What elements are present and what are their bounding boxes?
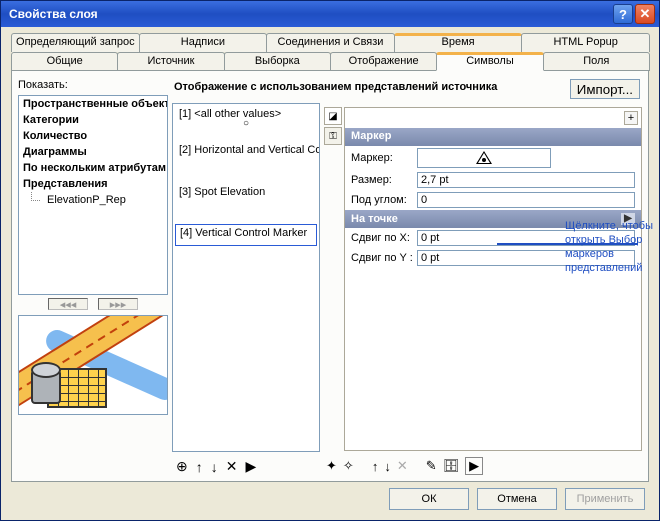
move-up-icon[interactable]: ↑ (196, 459, 203, 475)
tab-fields[interactable]: Поля (543, 52, 650, 71)
layer-toolbar: ✦ ✧ ↑ ↓ ✕ ✎ 🗄 ▶ (324, 451, 642, 475)
preview-box (18, 315, 168, 415)
nav-charts[interactable]: Диаграммы (19, 144, 167, 160)
size-label: Размер: (351, 174, 413, 186)
tab-selection[interactable]: Выборка (224, 52, 331, 71)
rule-label: [1] <all other values> (179, 108, 281, 120)
add-layer-icon[interactable]: + (624, 111, 638, 125)
tool-down-icon[interactable]: ↓ (384, 459, 391, 474)
rule-item[interactable]: [1] <all other values>○ (173, 104, 319, 130)
tab-display[interactable]: Отображение (330, 52, 437, 71)
dx-label: Сдвиг по X: (351, 232, 413, 244)
tabs-row-1: Определяющий запрос Надписи Соединения и… (11, 33, 649, 52)
symbology-panel: Показать: Пространственные объекты Катег… (11, 70, 649, 482)
dialog-buttons: ОК Отмена Применить (11, 482, 649, 512)
window-title: Свойства слоя (9, 7, 98, 21)
left-column: Показать: Пространственные объекты Катег… (18, 77, 168, 475)
nav-prev-icon[interactable]: ◂◂◂ (48, 298, 88, 310)
dy-label: Сдвиг по Y : (351, 252, 413, 264)
rule-item[interactable]: [3] Spot Elevation (173, 182, 319, 200)
nav-arrows: ◂◂◂ ▸▸▸ (18, 295, 168, 313)
marker-symbol-icon (476, 151, 492, 165)
ok-button[interactable]: ОК (389, 488, 469, 510)
renderer-nav[interactable]: Пространственные объекты Категории Колич… (18, 95, 168, 295)
nav-rep-item[interactable]: ElevationP_Rep (19, 192, 167, 208)
nav-representations[interactable]: Представления (19, 176, 167, 192)
section-on-point-label: На точке (351, 213, 398, 225)
titlebar[interactable]: Свойства слоя ? ✕ (1, 1, 659, 27)
rule-item[interactable]: [2] Horizontal and Vertical Control (173, 140, 319, 158)
nav-features[interactable]: Пространственные объекты (19, 96, 167, 112)
angle-label: Под углом: (351, 194, 413, 206)
tool-pencil-icon[interactable]: ✎ (426, 458, 437, 474)
tab-symbology[interactable]: Символы (436, 52, 543, 71)
menu-icon[interactable]: ▶ (245, 458, 256, 475)
property-panel: + Маркер Маркер: Размер: (344, 107, 642, 451)
tool-delete-icon[interactable]: ✕ (397, 458, 408, 474)
tab-html-popup[interactable]: HTML Popup (521, 33, 650, 52)
rules-list[interactable]: [1] <all other values>○ [2] Horizontal a… (172, 103, 320, 452)
tabs-row-2: Общие Источник Выборка Отображение Симво… (11, 52, 649, 71)
show-label: Показать: (18, 77, 168, 95)
layer-properties-window: Свойства слоя ? ✕ Определяющий запрос На… (0, 0, 660, 521)
rule-item-selected[interactable]: [4] Vertical Control Marker (175, 224, 317, 246)
tool-db-icon[interactable]: 🗄 (443, 458, 460, 474)
help-button[interactable]: ? (613, 4, 633, 24)
rules-toolbar: ⊕ ↑ ↓ ✕ ▶ (172, 452, 320, 475)
rule-label: [3] Spot Elevation (179, 186, 265, 198)
middle-column: Отображение с использованием представлен… (172, 77, 320, 475)
hint-text: Щёлкните, чтобы открыть Выбор маркеров п… (565, 219, 655, 275)
nav-quantities[interactable]: Количество (19, 128, 167, 144)
move-down-icon[interactable]: ↓ (211, 459, 218, 475)
tool-add-layer2-icon[interactable]: ✧ (343, 458, 354, 474)
tool-up-icon[interactable]: ↑ (372, 459, 379, 474)
right-body: ◪ ⚿ + Маркер Маркер: Размер: (324, 107, 642, 451)
tab-joins[interactable]: Соединения и Связи (266, 33, 395, 52)
client-area: Определяющий запрос Надписи Соединения и… (1, 27, 659, 520)
import-button[interactable]: Импорт... (570, 79, 640, 99)
marker-layer-tab[interactable]: ◪ (324, 107, 342, 125)
tab-source[interactable]: Источник (117, 52, 224, 71)
angle-input[interactable] (417, 192, 635, 208)
tool-add-layer1-icon[interactable]: ✦ (326, 458, 337, 474)
right-column: Импорт... ◪ ⚿ + Маркер Маркер: (324, 77, 642, 475)
tab-time[interactable]: Время (394, 33, 523, 52)
marker-label: Маркер: (351, 152, 413, 164)
tab-general[interactable]: Общие (11, 52, 118, 71)
layer-tab-strip: ◪ ⚿ (324, 107, 342, 451)
rule-label: [2] Horizontal and Vertical Control (179, 144, 320, 156)
section-marker: Маркер (345, 128, 641, 146)
close-button[interactable]: ✕ (635, 4, 655, 24)
panel-heading: Отображение с использованием представлен… (172, 77, 320, 103)
nav-multi[interactable]: По нескольким атрибутам (19, 160, 167, 176)
rule-label: [4] Vertical Control Marker (180, 227, 307, 239)
apply-button[interactable]: Применить (565, 488, 645, 510)
marker-picker[interactable] (417, 148, 551, 168)
tool-menu-icon[interactable]: ▶ (465, 457, 483, 475)
tab-labels[interactable]: Надписи (139, 33, 268, 52)
add-rule-icon[interactable]: ⊕ (176, 458, 188, 475)
delete-rule-icon[interactable]: ✕ (226, 458, 238, 475)
cancel-button[interactable]: Отмена (477, 488, 557, 510)
size-input[interactable] (417, 172, 635, 188)
tab-definition-query[interactable]: Определяющий запрос (11, 33, 140, 52)
nav-categories[interactable]: Категории (19, 112, 167, 128)
key-layer-tab[interactable]: ⚿ (324, 127, 342, 145)
nav-next-icon[interactable]: ▸▸▸ (98, 298, 138, 310)
